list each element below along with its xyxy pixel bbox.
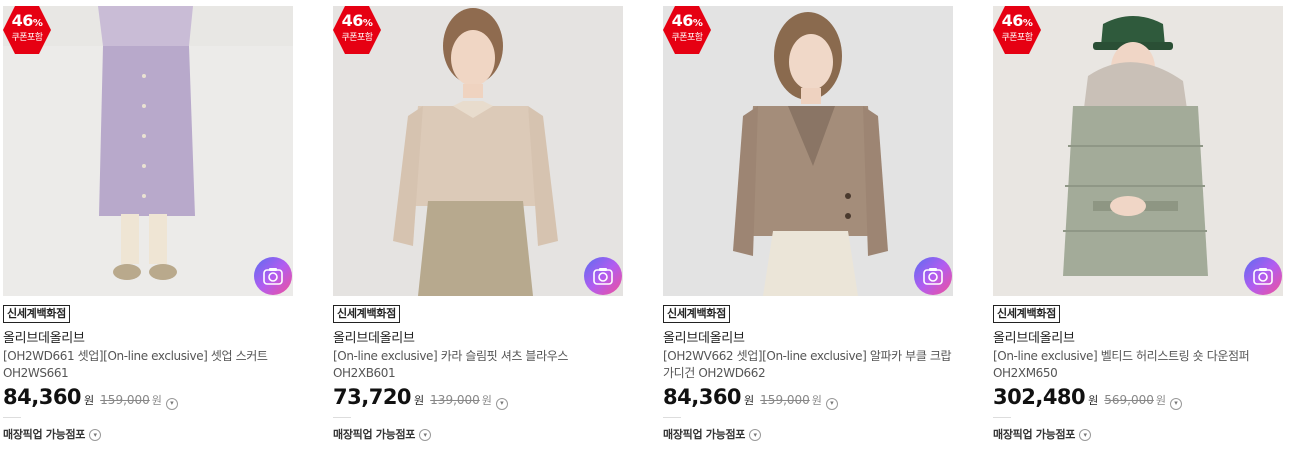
- price-info-icon[interactable]: ▾: [165, 397, 178, 410]
- price-row: 84,360 원 159,000 원 ▾: [663, 385, 953, 410]
- sale-price: 84,360: [663, 385, 742, 409]
- original-price: 159,000: [760, 393, 810, 407]
- product-image[interactable]: 46% 쿠폰포함: [3, 6, 293, 296]
- original-price-unit: 원: [151, 394, 162, 407]
- product-card[interactable]: 46% 쿠폰포함 신세계백화점 올리브데올리브 [On-line exclusi…: [333, 6, 623, 442]
- price-unit: 원: [744, 394, 755, 407]
- price-unit: 원: [84, 394, 95, 407]
- camera-search-icon[interactable]: [1244, 257, 1282, 295]
- taupe-cardigan-photo: [663, 6, 953, 296]
- lavender-knit-skirt-photo: [3, 6, 293, 296]
- coupon-label: 쿠폰포함: [341, 33, 373, 43]
- divider: [333, 417, 351, 418]
- camera-search-icon[interactable]: [254, 257, 292, 295]
- sale-price: 84,360: [3, 385, 82, 409]
- product-title[interactable]: [On-line exclusive] 카라 슬림핏 셔츠 블라우스 OH2XB…: [333, 348, 623, 382]
- original-price-unit: 원: [1155, 394, 1167, 407]
- sale-price: 302,480: [993, 385, 1086, 409]
- product-image[interactable]: 46% 쿠폰포함: [333, 6, 623, 296]
- original-price: 569,000: [1104, 393, 1154, 407]
- original-price-unit: 원: [811, 394, 822, 407]
- chevron-down-icon: ▾: [749, 429, 762, 441]
- price-info-icon[interactable]: ▾: [495, 397, 508, 410]
- camera-search-icon[interactable]: [914, 257, 952, 295]
- price-unit: 원: [414, 394, 425, 407]
- store-tag: 신세계백화점: [663, 305, 730, 323]
- beige-shirt-photo: [333, 6, 623, 296]
- price-row: 73,720 원 139,000 원 ▾: [333, 385, 623, 410]
- chevron-down-icon: ▾: [89, 429, 102, 441]
- store-tag: 신세계백화점: [333, 305, 400, 323]
- product-title[interactable]: [OH2WV662 셋업][On-line exclusive] 알파카 부클 …: [663, 348, 953, 382]
- original-price-unit: 원: [481, 394, 492, 407]
- product-grid: 46% 쿠폰포함 신세계백화점 올리브데올리브 [OH2WD661 셋업][On…: [0, 0, 1298, 465]
- product-title[interactable]: [On-line exclusive] 벨티드 허리스트링 숏 다운점퍼 OH2…: [993, 348, 1283, 382]
- original-price: 159,000: [100, 393, 150, 407]
- price-info-icon[interactable]: ▾: [825, 397, 838, 410]
- coupon-label: 쿠폰포함: [11, 33, 43, 43]
- product-card[interactable]: 46% 쿠폰포함 신세계백화점 올리브데올리브 [OH2WV662 셋업][On…: [663, 6, 953, 442]
- product-title[interactable]: [OH2WD661 셋업][On-line exclusive] 셋업 스커트 …: [3, 348, 293, 382]
- store-pickup-link[interactable]: 매장픽업 가능점포 ▾: [663, 426, 953, 442]
- sage-down-jacket-photo: [993, 6, 1283, 296]
- price-row: 302,480 원 569,000 원 ▾: [993, 385, 1283, 410]
- brand-name[interactable]: 올리브데올리브: [333, 330, 623, 347]
- price-unit: 원: [1088, 394, 1099, 407]
- chevron-down-icon: ▾: [419, 429, 432, 441]
- price-row: 84,360 원 159,000 원 ▾: [3, 385, 293, 410]
- product-image[interactable]: 46% 쿠폰포함: [663, 6, 953, 296]
- chevron-down-icon: ▾: [1079, 429, 1092, 441]
- coupon-label: 쿠폰포함: [1001, 33, 1033, 43]
- divider: [3, 417, 21, 418]
- brand-name[interactable]: 올리브데올리브: [993, 330, 1283, 347]
- product-image[interactable]: 46% 쿠폰포함: [993, 6, 1283, 296]
- brand-name[interactable]: 올리브데올리브: [3, 330, 293, 347]
- product-card[interactable]: 46% 쿠폰포함 신세계백화점 올리브데올리브 [On-line exclusi…: [993, 6, 1283, 442]
- divider: [663, 417, 681, 418]
- divider: [993, 417, 1011, 418]
- coupon-label: 쿠폰포함: [671, 33, 703, 43]
- store-pickup-link[interactable]: 매장픽업 가능점포 ▾: [3, 426, 293, 442]
- sale-price: 73,720: [333, 385, 412, 409]
- store-pickup-link[interactable]: 매장픽업 가능점포 ▾: [333, 426, 623, 442]
- store-pickup-link[interactable]: 매장픽업 가능점포 ▾: [993, 426, 1283, 442]
- brand-name[interactable]: 올리브데올리브: [663, 330, 953, 347]
- store-tag: 신세계백화점: [3, 305, 70, 323]
- camera-search-icon[interactable]: [584, 257, 622, 295]
- price-info-icon[interactable]: ▾: [1170, 397, 1183, 410]
- product-card[interactable]: 46% 쿠폰포함 신세계백화점 올리브데올리브 [OH2WD661 셋업][On…: [3, 6, 293, 442]
- store-tag: 신세계백화점: [993, 305, 1060, 323]
- original-price: 139,000: [430, 393, 480, 407]
